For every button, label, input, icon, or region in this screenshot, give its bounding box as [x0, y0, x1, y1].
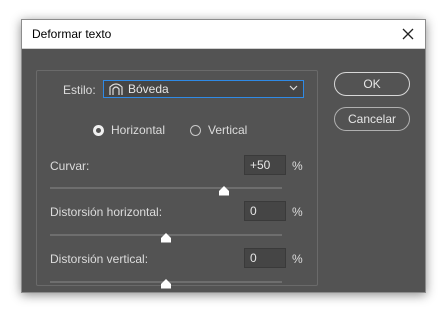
vertical-distortion-input[interactable]: [244, 248, 286, 268]
radio-selected-icon: [93, 124, 104, 136]
horizontal-distortion-label: Distorsión horizontal:: [50, 205, 163, 219]
horizontal-distortion-slider-thumb[interactable]: [160, 233, 172, 243]
radio-vertical[interactable]: Vertical: [190, 123, 247, 137]
close-icon: [402, 28, 414, 40]
style-label: Estilo:: [60, 83, 99, 97]
title-bar: Deformar texto: [22, 20, 425, 49]
horizontal-distortion-unit: %: [292, 205, 303, 219]
horizontal-distortion-input[interactable]: [244, 201, 286, 221]
bend-slider-track[interactable]: [50, 187, 282, 189]
dialog-title: Deformar texto: [32, 27, 112, 41]
chevron-down-icon: [289, 85, 298, 91]
style-dropdown[interactable]: Bóveda: [103, 80, 304, 98]
radio-unselected-icon: [190, 124, 201, 136]
radio-vertical-label: Vertical: [208, 123, 248, 137]
bend-input[interactable]: [244, 155, 286, 175]
arc-warp-icon: [109, 83, 123, 95]
warp-text-dialog: Deformar texto Estilo: Bóveda Horizontal…: [21, 19, 426, 293]
ok-button[interactable]: OK: [334, 72, 410, 96]
vertical-distortion-label: Distorsión vertical:: [50, 252, 149, 266]
cancel-button[interactable]: Cancelar: [334, 107, 410, 131]
bend-slider-thumb[interactable]: [218, 186, 230, 196]
style-value: Bóveda: [128, 82, 169, 96]
close-button[interactable]: [397, 23, 419, 45]
bend-unit: %: [292, 159, 303, 173]
dialog-content: Estilo: Bóveda Horizontal Vertical Curva…: [22, 49, 425, 292]
vertical-distortion-unit: %: [292, 252, 303, 266]
radio-horizontal-label: Horizontal: [111, 123, 166, 137]
vertical-distortion-slider-thumb[interactable]: [160, 279, 172, 289]
radio-horizontal[interactable]: Horizontal: [93, 123, 165, 137]
bend-label: Curvar:: [50, 159, 90, 173]
